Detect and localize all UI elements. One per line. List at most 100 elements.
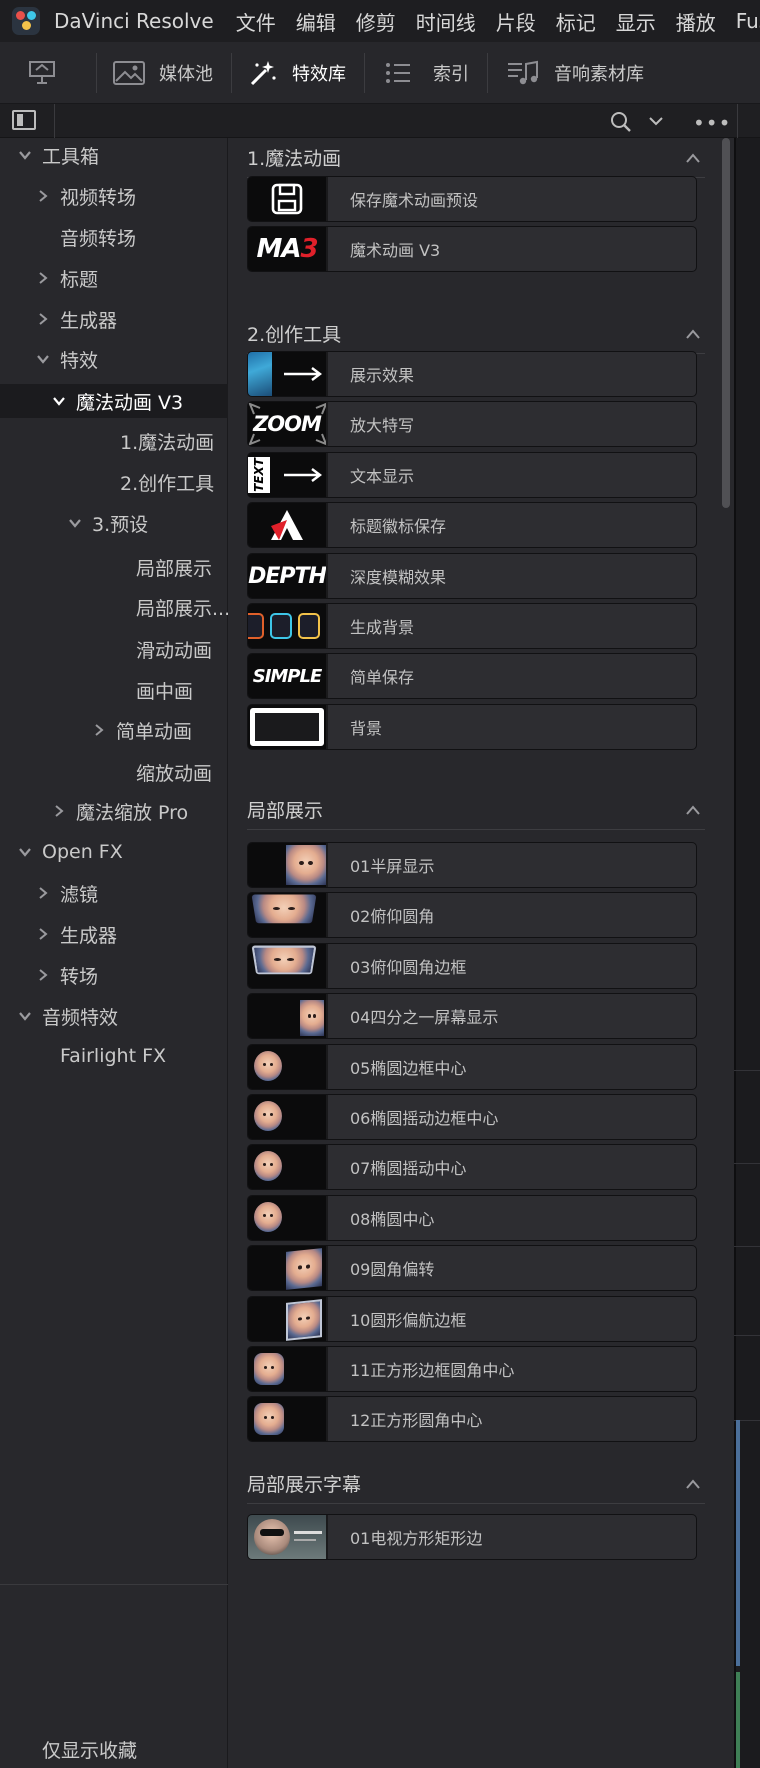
effect-item[interactable]: 05椭圆边框中心 [247, 1044, 697, 1090]
monitor-icon [29, 60, 55, 84]
menu-playback[interactable]: 播放 [676, 7, 716, 36]
timeline-clip-strip [736, 1420, 740, 1666]
menu-edit[interactable]: 编辑 [296, 7, 336, 36]
sidebar-item[interactable]: 音频转场 [0, 220, 228, 254]
menu-view[interactable]: 显示 [616, 7, 656, 36]
effect-item[interactable]: 展示效果 [247, 351, 697, 397]
sidebar-item[interactable]: Fairlight FX [0, 1039, 228, 1073]
sidebar-item[interactable]: 画中画 [0, 673, 228, 707]
sidebar-item[interactable]: 2.创作工具 [0, 465, 228, 499]
effects-section-header[interactable]: 局部展示 [247, 790, 705, 830]
effect-item[interactable]: 标题徽标保存 [247, 502, 697, 548]
chevron-up-icon[interactable] [685, 328, 701, 340]
menu-clip[interactable]: 片段 [496, 7, 536, 36]
index-label: 索引 [433, 63, 469, 85]
effects-section-header[interactable]: 2.创作工具 [247, 314, 705, 354]
sidebar-item[interactable]: 3.预设 [0, 506, 228, 540]
effect-item[interactable]: 保存魔术动画预设 [247, 176, 697, 222]
sidebar-item[interactable]: 特效 [0, 342, 228, 376]
sidebar-item[interactable]: 简单动画 [0, 713, 228, 747]
baby-face-thumbnail [254, 1353, 284, 1385]
effect-thumbnail [248, 1347, 328, 1391]
index-button[interactable]: 索引 [365, 42, 487, 104]
effect-item[interactable]: ZOOM 放大特写 [247, 401, 697, 447]
effect-item[interactable]: 04四分之一屏幕显示 [247, 993, 697, 1039]
divider [734, 1163, 760, 1164]
sidebar-item[interactable]: 音频特效 [0, 999, 228, 1033]
effect-item[interactable]: 11正方形边框圆角中心 [247, 1346, 697, 1392]
sidebar-item[interactable]: 局部展示 [0, 550, 228, 584]
menu-timeline[interactable]: 时间线 [416, 7, 476, 36]
sidebar-item[interactable]: 魔法缩放 Pro [0, 794, 228, 828]
sidebar-item[interactable]: 滑动动画 [0, 632, 228, 666]
sidebar-item[interactable]: 生成器 [0, 302, 228, 336]
effect-item[interactable]: 10圆形偏航边框 [247, 1296, 697, 1342]
sidebar-toggle-icon[interactable] [12, 110, 36, 130]
menu-fusion[interactable]: Fus [736, 9, 760, 33]
effect-label: 03俯仰圆角边框 [350, 958, 467, 977]
effect-item[interactable]: TEXT 文本显示 [247, 452, 697, 498]
scrollbar-thumb[interactable] [722, 138, 730, 508]
chevron-right-icon [34, 187, 52, 205]
sidebar-item[interactable]: 标题 [0, 261, 228, 295]
section-title: 1.魔法动画 [247, 148, 342, 170]
list-icon [386, 62, 410, 83]
sidebar-item[interactable]: 转场 [0, 958, 228, 992]
chevron-right-icon [34, 269, 52, 287]
effect-item[interactable]: 08椭圆中心 [247, 1195, 697, 1241]
effect-item[interactable]: 02俯仰圆角 [247, 892, 697, 938]
chevron-up-icon[interactable] [685, 804, 701, 816]
baby-face-thumbnail [286, 1248, 322, 1290]
effect-label: 背景 [350, 719, 383, 738]
effect-thumbnail: SIMPLE [248, 654, 328, 698]
section-title: 局部展示字幕 [247, 1474, 362, 1496]
chevron-down-icon [66, 514, 84, 532]
effects-library-button[interactable]: 特效库 [232, 42, 364, 104]
effect-item[interactable]: SIMPLE 简单保存 [247, 653, 697, 699]
sidebar-item[interactable]: 生成器 [0, 917, 228, 951]
monitor-button[interactable] [0, 42, 96, 104]
more-options-icon[interactable]: ••• [693, 111, 731, 135]
show-favorites-only-button[interactable]: 仅显示收藏 [42, 1736, 137, 1763]
sidebar-item-label: 魔法动画 V3 [76, 391, 184, 414]
media-pool-button[interactable]: 媒体池 [97, 42, 231, 104]
sidebar-item[interactable]: 工具箱 [0, 138, 228, 172]
effect-item[interactable]: 背景 [247, 704, 697, 750]
chevron-up-icon[interactable] [685, 152, 701, 164]
effect-item[interactable]: DEPTH 深度模糊效果 [247, 553, 697, 599]
effect-item[interactable]: 09圆角偏转 [247, 1245, 697, 1291]
effects-section-header[interactable]: 1.魔法动画 [247, 138, 705, 178]
chevron-up-icon[interactable] [685, 1478, 701, 1490]
effect-thumbnail: DEPTH [248, 554, 328, 598]
sidebar-item[interactable]: 1.魔法动画 [0, 424, 228, 458]
app-title[interactable]: DaVinci Resolve [54, 9, 214, 33]
menu-trim[interactable]: 修剪 [356, 7, 396, 36]
sidebar-item[interactable]: 缩放动画 [0, 755, 228, 789]
sidebar-item[interactable]: 滤镜 [0, 876, 228, 910]
search-icon[interactable] [610, 111, 632, 133]
effect-label: 02俯仰圆角 [350, 907, 435, 926]
sidebar-item[interactable]: 魔法动画 V3 [0, 384, 228, 418]
chevron-down-icon[interactable] [648, 113, 664, 129]
effect-item[interactable]: 12正方形圆角中心 [247, 1396, 697, 1442]
effect-item[interactable]: MA3 魔术动画 V3 [247, 226, 697, 272]
effect-item[interactable]: 01半屏显示 [247, 842, 697, 888]
sidebar-item[interactable]: 局部展示... [0, 590, 228, 624]
effects-section-header[interactable]: 局部展示字幕 [247, 1464, 705, 1504]
effect-item[interactable]: 生成背景 [247, 603, 697, 649]
reveal-thumbnail [248, 352, 272, 396]
sidebar-item-label: 3.预设 [92, 513, 149, 536]
sidebar-item[interactable]: 视频转场 [0, 179, 228, 213]
effect-item[interactable]: 06椭圆摇动边框中心 [247, 1094, 697, 1140]
menu-file[interactable]: 文件 [236, 7, 276, 36]
effects-panel-header: ••• [0, 104, 760, 138]
effect-item[interactable]: 01电视方形矩形边 [247, 1514, 697, 1560]
effect-thumbnail [248, 1515, 328, 1559]
effect-item[interactable]: 03俯仰圆角边框 [247, 943, 697, 989]
sound-library-button[interactable]: 音响素材库 [488, 42, 658, 104]
sidebar-item[interactable]: Open FX [0, 835, 228, 869]
effect-item[interactable]: 07椭圆摇动中心 [247, 1144, 697, 1190]
sidebar-item-label: 转场 [60, 965, 99, 988]
menu-mark[interactable]: 标记 [556, 7, 596, 36]
